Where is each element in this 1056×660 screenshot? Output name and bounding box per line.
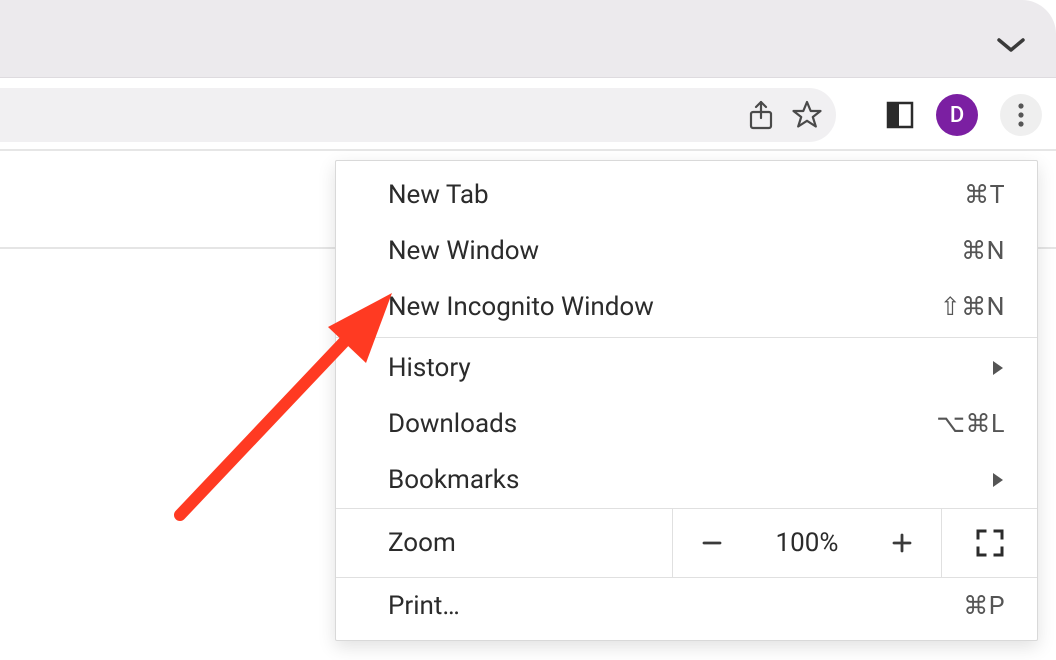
menu-item-shortcut: ⌘P xyxy=(963,591,1005,621)
menu-item-shortcut: ⇧⌘N xyxy=(940,292,1005,322)
menu-item-label: Bookmarks xyxy=(388,465,519,495)
zoom-out-button[interactable] xyxy=(673,509,751,577)
star-icon xyxy=(792,100,822,130)
zoom-in-button[interactable] xyxy=(863,509,941,577)
submenu-arrow-icon xyxy=(991,471,1005,489)
menu-item-print[interactable]: Print… ⌘P xyxy=(336,578,1037,634)
profile-avatar[interactable]: D xyxy=(936,94,978,136)
menu-item-history[interactable]: History xyxy=(336,340,1037,396)
fullscreen-button[interactable] xyxy=(941,509,1037,577)
share-icon xyxy=(748,100,774,130)
menu-item-shortcut: ⌘N xyxy=(961,236,1005,266)
menu-item-label: History xyxy=(388,353,471,383)
menu-separator xyxy=(336,337,1037,338)
menu-item-label: New Incognito Window xyxy=(388,292,654,322)
menu-item-label: New Window xyxy=(388,236,539,266)
menu-item-label: New Tab xyxy=(388,180,489,210)
menu-zoom-row: Zoom 100% xyxy=(336,508,1037,578)
avatar-letter: D xyxy=(950,103,964,128)
zoom-label: Zoom xyxy=(336,509,673,577)
chrome-main-menu: New Tab ⌘T New Window ⌘N New Incognito W… xyxy=(335,160,1038,641)
more-vertical-icon xyxy=(1017,102,1025,128)
plus-icon xyxy=(891,532,913,554)
fullscreen-icon xyxy=(976,529,1004,557)
chevron-down-icon xyxy=(996,36,1026,54)
browser-toolbar: D xyxy=(0,78,1056,151)
bookmark-star-button[interactable] xyxy=(792,100,822,130)
menu-item-new-incognito-window[interactable]: New Incognito Window ⇧⌘N xyxy=(336,279,1037,335)
more-menu-button[interactable] xyxy=(1000,94,1042,136)
submenu-arrow-icon xyxy=(991,359,1005,377)
menu-item-new-tab[interactable]: New Tab ⌘T xyxy=(336,167,1037,223)
menu-item-downloads[interactable]: Downloads ⌥⌘L xyxy=(336,396,1037,452)
menu-item-label: Downloads xyxy=(388,409,517,439)
share-button[interactable] xyxy=(748,100,774,130)
menu-item-label: Print… xyxy=(388,591,460,621)
tabs-overflow-button[interactable] xyxy=(996,36,1026,54)
zoom-value: 100% xyxy=(751,509,863,577)
side-panel-button[interactable] xyxy=(886,101,914,129)
side-panel-icon xyxy=(886,101,914,129)
menu-item-shortcut: ⌘T xyxy=(964,180,1005,210)
menu-item-new-window[interactable]: New Window ⌘N xyxy=(336,223,1037,279)
menu-item-bookmarks[interactable]: Bookmarks xyxy=(336,452,1037,508)
menu-item-shortcut: ⌥⌘L xyxy=(936,409,1005,439)
tab-strip xyxy=(0,0,1056,78)
address-bar[interactable] xyxy=(0,88,836,142)
minus-icon xyxy=(701,532,723,554)
